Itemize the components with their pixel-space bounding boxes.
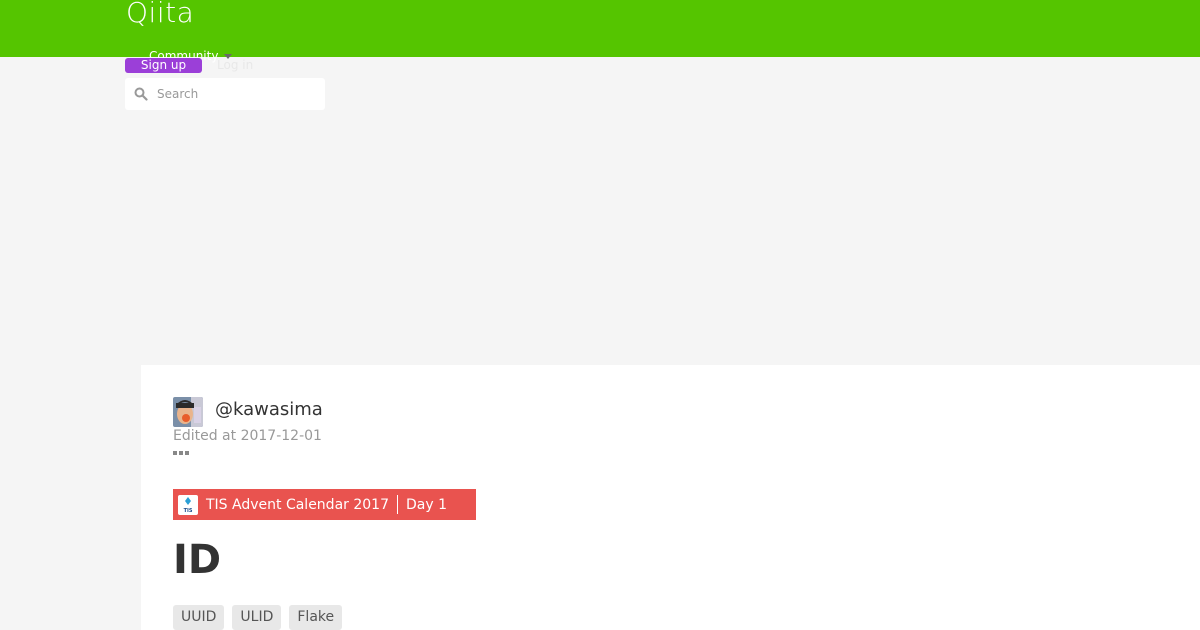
svg-text:TIS: TIS [184, 508, 193, 514]
tag-list: UUID ULID Flake [173, 605, 343, 630]
tag-uuid[interactable]: UUID [173, 605, 225, 630]
login-link[interactable]: Log in [217, 58, 253, 73]
advent-calendar-banner[interactable]: TIS TIS Advent Calendar 2017 Day 1 [173, 489, 476, 520]
author-username[interactable]: @kawasima [215, 399, 323, 420]
tag-ulid[interactable]: ULID [232, 605, 282, 630]
article-card: @kawasima Edited at 2017-12-01 TIS TIS A… [141, 365, 1200, 630]
user-avatar[interactable] [173, 397, 203, 427]
qiita-logo[interactable]: Qiita [126, 0, 194, 29]
advent-divider [396, 495, 398, 514]
advent-day: Day 1 [405, 496, 447, 513]
global-header: Qiita Community [0, 0, 1200, 63]
signup-button[interactable]: Sign up [125, 58, 202, 73]
tag-flake[interactable]: Flake [289, 605, 343, 630]
search-icon [125, 78, 157, 110]
edited-date: Edited at 2017-12-01 [173, 428, 322, 444]
article-title: ID [173, 537, 222, 583]
advent-title: TIS Advent Calendar 2017 [206, 496, 389, 513]
search-box[interactable] [125, 78, 325, 110]
more-options-icon[interactable] [173, 451, 189, 455]
search-input[interactable] [157, 87, 317, 101]
tis-logo-icon: TIS [178, 494, 198, 515]
